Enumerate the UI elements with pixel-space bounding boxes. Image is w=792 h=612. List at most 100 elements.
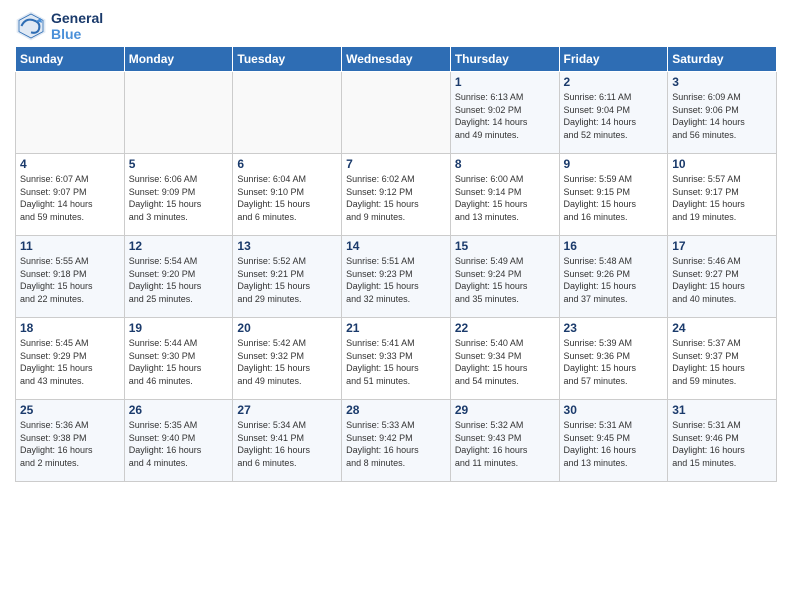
day-number: 10 [672, 157, 772, 171]
calendar-cell: 7 Sunrise: 6:02 AMSunset: 9:12 PMDaylight… [342, 154, 451, 236]
calendar-cell: 14 Sunrise: 5:51 AMSunset: 9:23 PMDayligh… [342, 236, 451, 318]
day-info: Sunrise: 6:07 AMSunset: 9:07 PMDaylight:… [20, 173, 120, 223]
day-number: 27 [237, 403, 337, 417]
day-info: Sunrise: 5:54 AMSunset: 9:20 PMDaylight:… [129, 255, 229, 305]
day-number: 31 [672, 403, 772, 417]
logo-icon [15, 10, 47, 42]
day-header-friday: Friday [559, 47, 668, 72]
calendar-cell: 23 Sunrise: 5:39 AMSunset: 9:36 PMDayligh… [559, 318, 668, 400]
day-number: 23 [564, 321, 664, 335]
day-info: Sunrise: 5:40 AMSunset: 9:34 PMDaylight:… [455, 337, 555, 387]
day-header-thursday: Thursday [450, 47, 559, 72]
day-header-sunday: Sunday [16, 47, 125, 72]
day-info: Sunrise: 5:31 AMSunset: 9:45 PMDaylight:… [564, 419, 664, 469]
day-number: 5 [129, 157, 229, 171]
day-number: 14 [346, 239, 446, 253]
day-info: Sunrise: 5:48 AMSunset: 9:26 PMDaylight:… [564, 255, 664, 305]
day-number: 19 [129, 321, 229, 335]
day-number: 2 [564, 75, 664, 89]
day-number: 21 [346, 321, 446, 335]
week-row-4: 18 Sunrise: 5:45 AMSunset: 9:29 PMDayligh… [16, 318, 777, 400]
calendar-cell: 25Sunrise: 5:36 AMSunset: 9:38 PMDayligh… [16, 400, 125, 482]
day-info: Sunrise: 5:59 AMSunset: 9:15 PMDaylight:… [564, 173, 664, 223]
day-number: 4 [20, 157, 120, 171]
logo: General Blue [15, 10, 103, 42]
logo-text: General Blue [51, 10, 103, 42]
day-number: 6 [237, 157, 337, 171]
day-info: Sunrise: 5:41 AMSunset: 9:33 PMDaylight:… [346, 337, 446, 387]
day-info: Sunrise: 5:34 AMSunset: 9:41 PMDaylight:… [237, 419, 337, 469]
calendar-cell: 18 Sunrise: 5:45 AMSunset: 9:29 PMDayligh… [16, 318, 125, 400]
day-info: Sunrise: 5:55 AMSunset: 9:18 PMDaylight:… [20, 255, 120, 305]
calendar-header-row: SundayMondayTuesdayWednesdayThursdayFrid… [16, 47, 777, 72]
calendar-cell: 3 Sunrise: 6:09 AMSunset: 9:06 PMDaylight… [668, 72, 777, 154]
calendar-table: SundayMondayTuesdayWednesdayThursdayFrid… [15, 46, 777, 482]
calendar-cell [233, 72, 342, 154]
calendar-cell: 26 Sunrise: 5:35 AMSunset: 9:40 PMDayligh… [124, 400, 233, 482]
calendar-cell: 28 Sunrise: 5:33 AMSunset: 9:42 PMDayligh… [342, 400, 451, 482]
day-number: 28 [346, 403, 446, 417]
day-number: 24 [672, 321, 772, 335]
calendar-cell: 15 Sunrise: 5:49 AMSunset: 9:24 PMDayligh… [450, 236, 559, 318]
calendar-cell: 2 Sunrise: 6:11 AMSunset: 9:04 PMDaylight… [559, 72, 668, 154]
day-number: 3 [672, 75, 772, 89]
day-info: Sunrise: 6:06 AMSunset: 9:09 PMDaylight:… [129, 173, 229, 223]
day-info: Sunrise: 6:04 AMSunset: 9:10 PMDaylight:… [237, 173, 337, 223]
day-number: 8 [455, 157, 555, 171]
day-info: Sunrise: 6:02 AMSunset: 9:12 PMDaylight:… [346, 173, 446, 223]
day-info: Sunrise: 5:37 AMSunset: 9:37 PMDaylight:… [672, 337, 772, 387]
day-info: Sunrise: 5:57 AMSunset: 9:17 PMDaylight:… [672, 173, 772, 223]
day-info: Sunrise: 6:11 AMSunset: 9:04 PMDaylight:… [564, 91, 664, 141]
calendar-cell: 1 Sunrise: 6:13 AMSunset: 9:02 PMDaylight… [450, 72, 559, 154]
day-number: 1 [455, 75, 555, 89]
day-number: 20 [237, 321, 337, 335]
day-number: 18 [20, 321, 120, 335]
calendar-cell: 27 Sunrise: 5:34 AMSunset: 9:41 PMDayligh… [233, 400, 342, 482]
day-number: 12 [129, 239, 229, 253]
day-info: Sunrise: 5:51 AMSunset: 9:23 PMDaylight:… [346, 255, 446, 305]
day-info: Sunrise: 5:45 AMSunset: 9:29 PMDaylight:… [20, 337, 120, 387]
day-header-tuesday: Tuesday [233, 47, 342, 72]
week-row-1: 1 Sunrise: 6:13 AMSunset: 9:02 PMDaylight… [16, 72, 777, 154]
calendar-cell: 30 Sunrise: 5:31 AMSunset: 9:45 PMDayligh… [559, 400, 668, 482]
calendar-cell: 19Sunrise: 5:44 AMSunset: 9:30 PMDayligh… [124, 318, 233, 400]
calendar-cell: 21 Sunrise: 5:41 AMSunset: 9:33 PMDayligh… [342, 318, 451, 400]
day-header-wednesday: Wednesday [342, 47, 451, 72]
day-info: Sunrise: 5:32 AMSunset: 9:43 PMDaylight:… [455, 419, 555, 469]
calendar-cell: 8 Sunrise: 6:00 AMSunset: 9:14 PMDaylight… [450, 154, 559, 236]
day-number: 26 [129, 403, 229, 417]
week-row-2: 4 Sunrise: 6:07 AMSunset: 9:07 PMDaylight… [16, 154, 777, 236]
week-row-5: 25Sunrise: 5:36 AMSunset: 9:38 PMDayligh… [16, 400, 777, 482]
day-number: 16 [564, 239, 664, 253]
day-info: Sunrise: 5:49 AMSunset: 9:24 PMDaylight:… [455, 255, 555, 305]
calendar-cell: 5 Sunrise: 6:06 AMSunset: 9:09 PMDaylight… [124, 154, 233, 236]
day-number: 30 [564, 403, 664, 417]
day-header-monday: Monday [124, 47, 233, 72]
day-info: Sunrise: 5:36 AMSunset: 9:38 PMDaylight:… [20, 419, 120, 469]
page-container: General Blue SundayMondayTuesdayWednesda… [0, 0, 792, 492]
day-number: 15 [455, 239, 555, 253]
day-number: 29 [455, 403, 555, 417]
calendar-cell: 17 Sunrise: 5:46 AMSunset: 9:27 PMDayligh… [668, 236, 777, 318]
day-info: Sunrise: 5:31 AMSunset: 9:46 PMDaylight:… [672, 419, 772, 469]
calendar-cell [124, 72, 233, 154]
day-info: Sunrise: 5:33 AMSunset: 9:42 PMDaylight:… [346, 419, 446, 469]
day-number: 13 [237, 239, 337, 253]
day-number: 7 [346, 157, 446, 171]
header: General Blue [15, 10, 777, 42]
calendar-cell: 11Sunrise: 5:55 AMSunset: 9:18 PMDayligh… [16, 236, 125, 318]
calendar-cell: 29 Sunrise: 5:32 AMSunset: 9:43 PMDayligh… [450, 400, 559, 482]
calendar-cell: 10 Sunrise: 5:57 AMSunset: 9:17 PMDayligh… [668, 154, 777, 236]
day-number: 17 [672, 239, 772, 253]
day-info: Sunrise: 5:46 AMSunset: 9:27 PMDaylight:… [672, 255, 772, 305]
calendar-cell [16, 72, 125, 154]
calendar-cell: 16 Sunrise: 5:48 AMSunset: 9:26 PMDayligh… [559, 236, 668, 318]
day-info: Sunrise: 5:35 AMSunset: 9:40 PMDaylight:… [129, 419, 229, 469]
day-info: Sunrise: 5:39 AMSunset: 9:36 PMDaylight:… [564, 337, 664, 387]
day-info: Sunrise: 6:00 AMSunset: 9:14 PMDaylight:… [455, 173, 555, 223]
calendar-cell [342, 72, 451, 154]
day-info: Sunrise: 6:13 AMSunset: 9:02 PMDaylight:… [455, 91, 555, 141]
day-info: Sunrise: 6:09 AMSunset: 9:06 PMDaylight:… [672, 91, 772, 141]
calendar-cell: 4 Sunrise: 6:07 AMSunset: 9:07 PMDaylight… [16, 154, 125, 236]
calendar-cell: 31 Sunrise: 5:31 AMSunset: 9:46 PMDayligh… [668, 400, 777, 482]
